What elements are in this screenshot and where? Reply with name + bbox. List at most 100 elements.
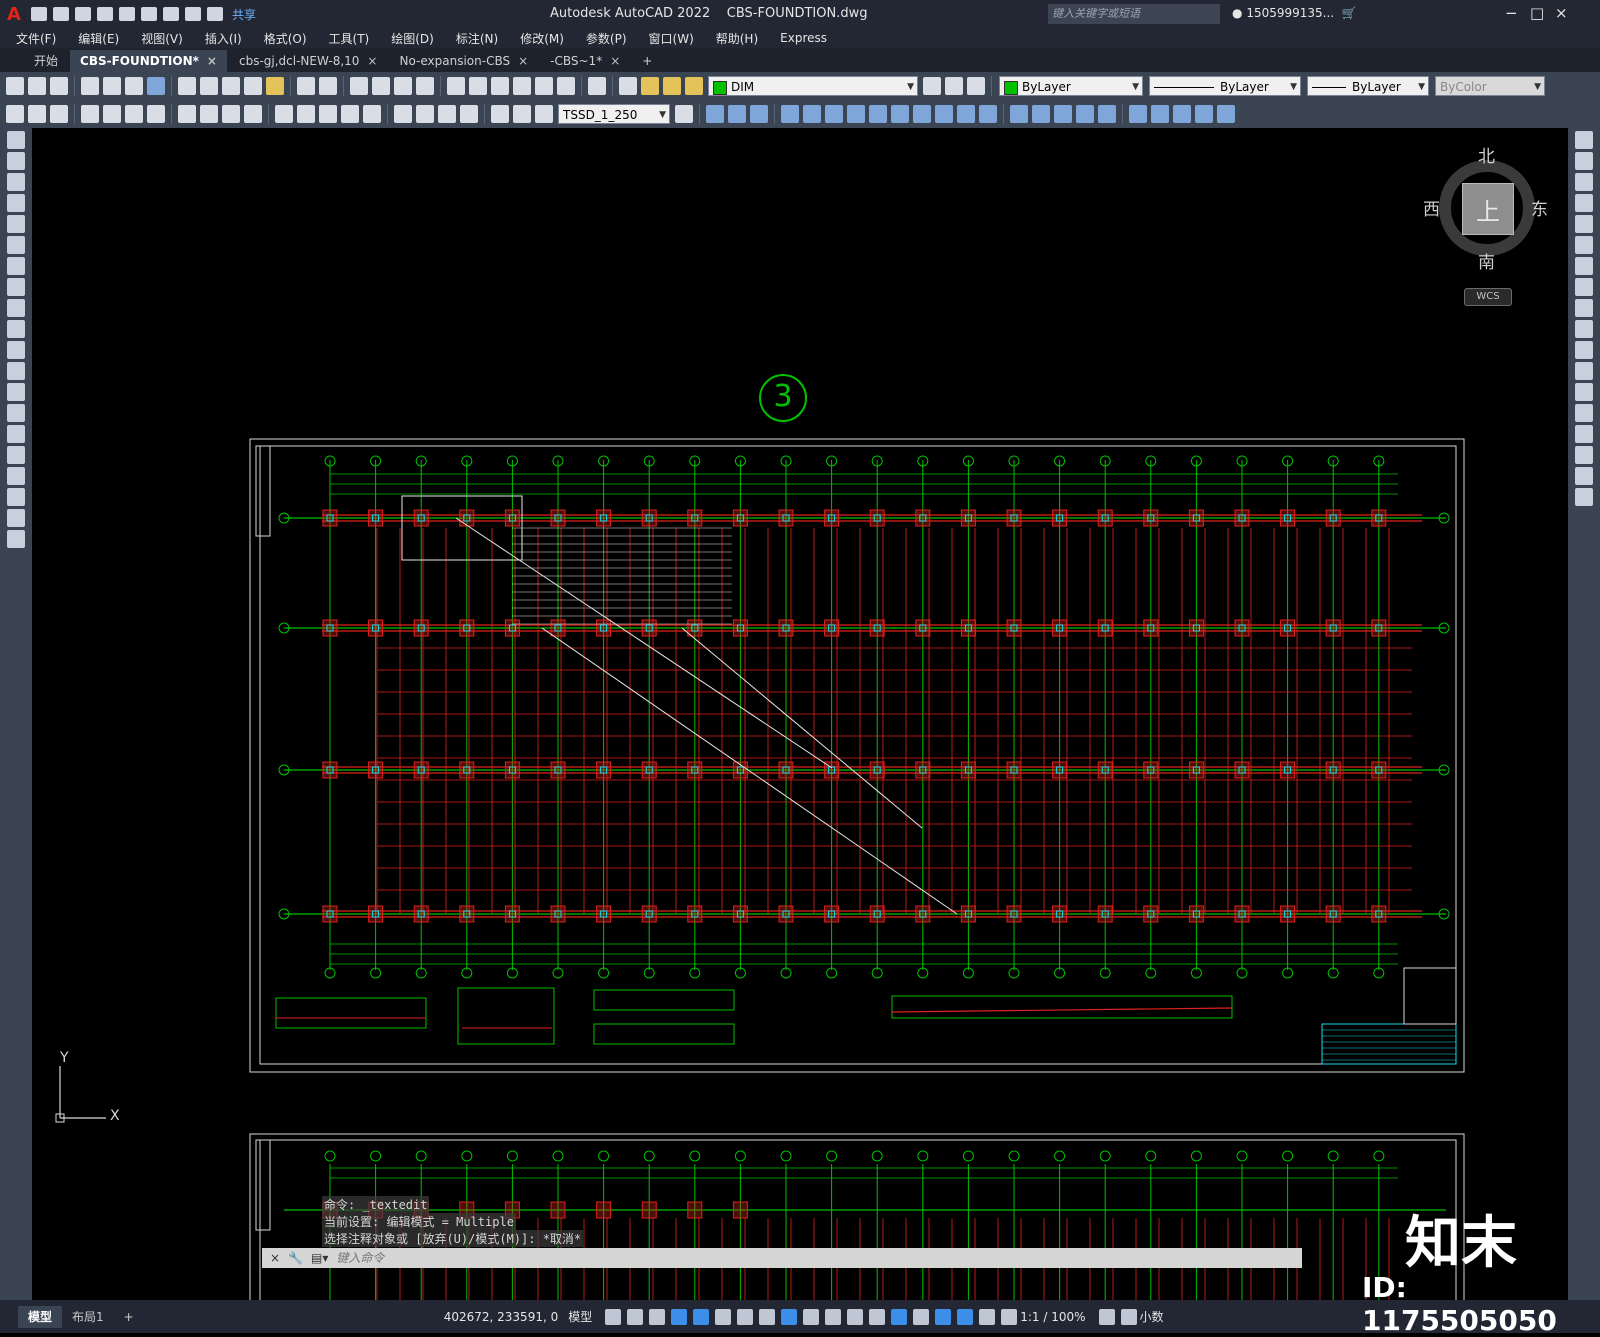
workspace-gear-icon[interactable] xyxy=(1098,1308,1115,1325)
viewcube[interactable]: 上 北 南 西 东 WCS xyxy=(1423,147,1548,306)
solid-icon-3[interactable] xyxy=(1173,105,1191,123)
maximize-icon[interactable]: □ xyxy=(1530,4,1544,22)
add-selected-icon[interactable] xyxy=(7,530,25,548)
tssd-icon-2[interactable] xyxy=(50,105,68,123)
3d-dwf-icon[interactable] xyxy=(147,77,165,95)
move-icon[interactable] xyxy=(1575,236,1593,254)
ucs-icon-10[interactable] xyxy=(979,105,997,123)
undo-icon[interactable] xyxy=(297,77,315,95)
transparency-icon[interactable] xyxy=(825,1308,842,1325)
construction-line-icon[interactable] xyxy=(7,152,25,170)
help-icon[interactable] xyxy=(588,77,606,95)
cut-icon[interactable] xyxy=(178,77,196,95)
dynamic-ucs-icon[interactable] xyxy=(891,1308,908,1325)
arc-icon[interactable] xyxy=(7,236,25,254)
view-icon-1[interactable] xyxy=(706,105,724,123)
trim-icon[interactable] xyxy=(1575,320,1593,338)
cad-drawing[interactable] xyxy=(32,128,1568,1300)
infer-constraints-icon[interactable] xyxy=(649,1308,666,1325)
menu-help[interactable]: 帮助(H) xyxy=(716,30,758,47)
radius-dim-icon[interactable] xyxy=(178,105,196,123)
dim-text-edit-icon[interactable] xyxy=(513,105,531,123)
quick-access-save-icon[interactable] xyxy=(75,7,91,21)
render-icon-3[interactable] xyxy=(1054,105,1072,123)
command-window[interactable]: 命令: _textedit 当前设置: 编辑模式 = Multiple 选择注释… xyxy=(262,1196,1302,1268)
jogged-dim-icon[interactable] xyxy=(200,105,218,123)
array-icon[interactable] xyxy=(1575,215,1593,233)
ellipse-arc-icon[interactable] xyxy=(7,341,25,359)
units-readout[interactable]: 小数 xyxy=(1140,1308,1164,1325)
menu-modify[interactable]: 修改(M) xyxy=(520,30,564,47)
tab-close-icon[interactable]: × xyxy=(207,54,217,68)
offset-icon[interactable] xyxy=(1575,194,1593,212)
publish-icon[interactable] xyxy=(125,77,143,95)
menu-tools[interactable]: 工具(T) xyxy=(329,30,370,47)
model-space-toggle[interactable]: 模型 xyxy=(568,1308,592,1325)
cart-icon[interactable]: 🛒 xyxy=(1338,6,1357,20)
revcloud-icon[interactable] xyxy=(7,278,25,296)
region-icon[interactable] xyxy=(7,467,25,485)
dim-style-icon[interactable] xyxy=(675,105,693,123)
polar-icon[interactable] xyxy=(715,1308,732,1325)
menu-format[interactable]: 格式(O) xyxy=(264,30,307,47)
snap-icon[interactable] xyxy=(627,1308,644,1325)
qselect-icon[interactable] xyxy=(6,105,24,123)
quick-access-web2-icon[interactable] xyxy=(141,7,157,21)
jogged-linear-icon[interactable] xyxy=(460,105,478,123)
match-properties-icon[interactable] xyxy=(244,77,262,95)
user-account[interactable]: ● 1505999135... 🛒 xyxy=(1232,6,1357,20)
solid-icon-5[interactable] xyxy=(1217,105,1235,123)
quick-dim-icon[interactable] xyxy=(275,105,293,123)
osnap-tracking-icon[interactable] xyxy=(759,1308,776,1325)
menu-draw[interactable]: 绘图(D) xyxy=(391,30,434,47)
tab-no-expansion[interactable]: No-expansion-CBS × xyxy=(389,50,538,72)
join-icon[interactable] xyxy=(1575,404,1593,422)
new-tab-button[interactable]: + xyxy=(632,50,662,72)
inspection-icon[interactable] xyxy=(438,105,456,123)
quick-access-open-icon[interactable] xyxy=(53,7,69,21)
render-icon-1[interactable] xyxy=(1010,105,1028,123)
ucs-icon-9[interactable] xyxy=(957,105,975,123)
tab-model[interactable]: 模型 xyxy=(18,1305,63,1328)
layer-previous-icon[interactable] xyxy=(945,77,963,95)
paste-icon[interactable] xyxy=(222,77,240,95)
command-input-bar[interactable]: × 🔧 ▤▾ 键入命令 xyxy=(262,1248,1302,1268)
menu-insert[interactable]: 插入(I) xyxy=(205,30,242,47)
layer-properties-icon[interactable] xyxy=(619,77,637,95)
extend-icon[interactable] xyxy=(1575,341,1593,359)
chamfer-icon[interactable] xyxy=(1575,425,1593,443)
zoom-window-icon[interactable] xyxy=(394,77,412,95)
dynamic-input-icon[interactable] xyxy=(671,1308,688,1325)
dim-update-icon[interactable] xyxy=(535,105,553,123)
annotation-scale-readout[interactable]: 1:1 / 100% xyxy=(1020,1310,1085,1324)
compass-west[interactable]: 西 xyxy=(1423,195,1440,220)
menu-express[interactable]: Express xyxy=(780,31,827,45)
annotation-visibility-icon[interactable] xyxy=(957,1308,974,1325)
fillet-icon[interactable] xyxy=(1575,446,1593,464)
command-input[interactable]: 键入命令 xyxy=(336,1248,384,1268)
tssd-icon-1[interactable] xyxy=(28,105,46,123)
plot-icon[interactable] xyxy=(81,77,99,95)
annotation-scale-icon[interactable] xyxy=(1001,1308,1018,1325)
linear-dim-icon[interactable] xyxy=(81,105,99,123)
save-icon[interactable] xyxy=(50,77,68,95)
tab-cbs1[interactable]: -CBS~1* × xyxy=(540,50,630,72)
tab-cbs-gj[interactable]: cbs-gj,dcl-NEW-8,10 × xyxy=(229,50,388,72)
menu-window[interactable]: 窗口(W) xyxy=(649,30,694,47)
3d-osnap-icon[interactable] xyxy=(869,1308,886,1325)
auto-scale-icon[interactable] xyxy=(979,1308,996,1325)
menu-parametric[interactable]: 参数(P) xyxy=(586,30,627,47)
stretch-icon[interactable] xyxy=(1575,299,1593,317)
copy-object-icon[interactable] xyxy=(1575,152,1593,170)
mtext-icon[interactable] xyxy=(7,509,25,527)
ucs-icon-8[interactable] xyxy=(935,105,953,123)
table-icon[interactable] xyxy=(7,488,25,506)
continue-dim-icon[interactable] xyxy=(319,105,337,123)
ordinate-dim-icon[interactable] xyxy=(147,105,165,123)
hatch-icon[interactable] xyxy=(7,425,25,443)
properties-icon[interactable] xyxy=(447,77,465,95)
view-icon-2[interactable] xyxy=(728,105,746,123)
center-mark-icon[interactable] xyxy=(416,105,434,123)
customize-wrench-icon[interactable]: 🔧 xyxy=(288,1248,303,1268)
solid-icon-2[interactable] xyxy=(1151,105,1169,123)
